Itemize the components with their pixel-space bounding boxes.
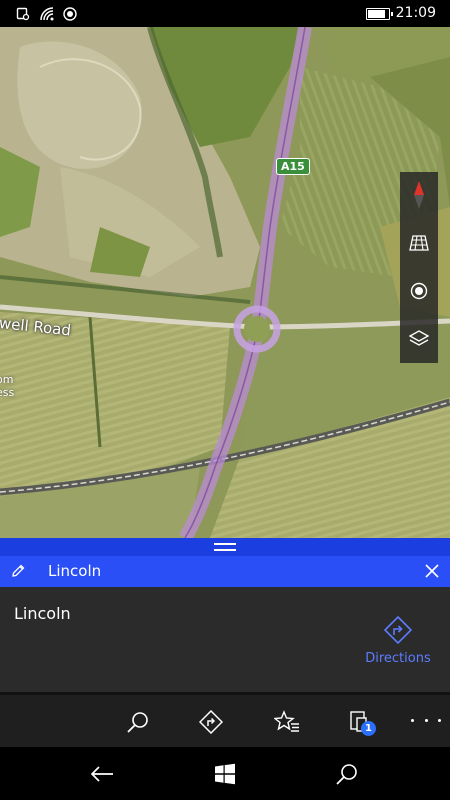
battery-icon (366, 8, 393, 20)
directions-icon (383, 615, 413, 645)
devices-badge: 1 (361, 721, 376, 736)
grip-icon (214, 543, 236, 551)
favorites-icon[interactable] (272, 707, 302, 737)
devices-icon[interactable]: 1 (345, 707, 376, 737)
close-icon[interactable] (424, 563, 440, 583)
place-label: om ess (0, 373, 15, 399)
wifi-icon (40, 6, 56, 25)
map-layers-icon[interactable] (400, 316, 438, 362)
my-location-icon[interactable] (400, 268, 438, 314)
windows-start-icon[interactable] (212, 761, 238, 787)
place-details: Lincoln Directions (0, 587, 450, 692)
more-icon[interactable] (411, 713, 441, 727)
panel-title-bar: Lincoln (0, 556, 450, 587)
directions-icon[interactable] (196, 707, 226, 737)
back-icon[interactable] (89, 761, 115, 787)
aerial-map (0, 27, 450, 538)
panel-title: Lincoln (48, 562, 102, 580)
notification-icon (16, 6, 30, 25)
place-name: Lincoln (14, 604, 71, 623)
map-view[interactable]: well Road om ess A15 (0, 27, 450, 538)
status-bar: 21:09 (0, 0, 450, 27)
panel-drag-handle[interactable] (0, 538, 450, 556)
directions-button[interactable]: Directions (362, 615, 434, 666)
app-bar: 1 (0, 695, 450, 747)
directions-label: Directions (365, 651, 431, 666)
system-nav-bar (0, 747, 450, 800)
search-icon[interactable] (334, 761, 360, 787)
compass-icon[interactable] (400, 172, 438, 218)
aerial-3d-icon[interactable] (400, 220, 438, 266)
edit-icon[interactable] (10, 563, 26, 583)
route-shield[interactable]: A15 (276, 158, 310, 175)
location-status-icon (63, 6, 77, 25)
status-time: 21:09 (395, 5, 436, 21)
map-controls (400, 172, 438, 363)
search-icon[interactable] (123, 707, 153, 737)
